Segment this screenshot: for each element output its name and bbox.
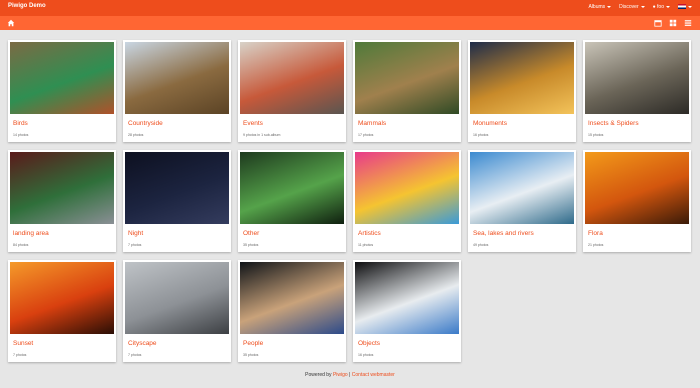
- piwigo-link[interactable]: Piwigo: [333, 372, 348, 378]
- album-card[interactable]: Birds 14 photos: [8, 40, 116, 142]
- album-photo-count: 16 photos: [473, 133, 489, 137]
- album-title[interactable]: Mammals: [358, 120, 386, 127]
- album-card[interactable]: Mammals 17 photos: [353, 40, 461, 142]
- flag-uk-icon: [678, 4, 686, 10]
- menu-albums-label: Albums: [588, 4, 606, 10]
- album-title[interactable]: Flora: [588, 230, 603, 237]
- album-photo-count: 15 photos: [588, 133, 604, 137]
- list-view-icon[interactable]: [684, 19, 692, 27]
- menu-discover[interactable]: Discover: [619, 4, 645, 10]
- view-tools: [654, 19, 692, 27]
- album-thumbnail[interactable]: [585, 152, 689, 224]
- album-title[interactable]: Artistics: [358, 230, 381, 237]
- album-title[interactable]: Other: [243, 230, 259, 237]
- album-title[interactable]: landing area: [13, 230, 49, 237]
- album-title[interactable]: Countryside: [128, 120, 163, 127]
- grid-view-icon[interactable]: [669, 19, 677, 27]
- album-thumbnail[interactable]: [125, 42, 229, 114]
- chevron-down-icon: [607, 5, 612, 8]
- album-photo-count: 35 photos: [243, 353, 259, 357]
- album-thumbnail[interactable]: [240, 262, 344, 334]
- site-brand[interactable]: Piwigo Demo: [8, 3, 46, 9]
- album-photo-count: 9 photos in 1 sub-album: [243, 133, 281, 137]
- album-card[interactable]: Flora 21 photos: [583, 150, 691, 252]
- album-title[interactable]: Objects: [358, 340, 380, 347]
- footer-prefix: Powered by: [305, 372, 332, 378]
- album-photo-count: 21 photos: [588, 243, 604, 247]
- album-thumbnail[interactable]: [470, 42, 574, 114]
- album-photo-count: 35 photos: [243, 243, 259, 247]
- album-thumbnail[interactable]: [585, 42, 689, 114]
- nav-menu: Albums Discover ● foo: [588, 4, 692, 10]
- contact-webmaster-link[interactable]: Contact webmaster: [352, 372, 395, 378]
- menu-user[interactable]: ● foo: [653, 4, 670, 10]
- album-title[interactable]: Cityscape: [128, 340, 157, 347]
- page-footer: Powered by Piwigo | Contact webmaster: [0, 372, 700, 378]
- album-card[interactable]: People 35 photos: [238, 260, 346, 362]
- menu-discover-label: Discover: [619, 4, 639, 10]
- chevron-down-icon: [666, 5, 670, 8]
- menu-albums[interactable]: Albums: [588, 4, 612, 10]
- toolbar: [0, 16, 700, 30]
- home-icon[interactable]: [7, 19, 15, 27]
- album-title[interactable]: Birds: [13, 120, 28, 127]
- album-card[interactable]: Objects 16 photos: [353, 260, 461, 362]
- album-thumbnail[interactable]: [10, 262, 114, 334]
- album-title[interactable]: People: [243, 340, 263, 347]
- album-card[interactable]: Sea, lakes and rivers 49 photos: [468, 150, 576, 252]
- album-card[interactable]: Insects & Spiders 15 photos: [583, 40, 691, 142]
- album-title[interactable]: Events: [243, 120, 263, 127]
- album-card[interactable]: Sunset 7 photos: [8, 260, 116, 362]
- user-icon: ●: [652, 4, 656, 10]
- album-photo-count: 11 photos: [358, 243, 374, 247]
- album-card[interactable]: Cityscape 7 photos: [123, 260, 231, 362]
- album-photo-count: 14 photos: [13, 133, 29, 137]
- album-photo-count: 16 photos: [358, 353, 374, 357]
- album-photo-count: 7 photos: [13, 353, 27, 357]
- album-thumbnail[interactable]: [355, 42, 459, 114]
- album-photo-count: 28 photos: [128, 133, 144, 137]
- album-card[interactable]: Artistics 11 photos: [353, 150, 461, 252]
- album-thumbnail[interactable]: [355, 152, 459, 224]
- album-title[interactable]: Sunset: [13, 340, 33, 347]
- album-photo-count: 7 photos: [128, 353, 142, 357]
- calendar-icon[interactable]: [654, 19, 662, 27]
- album-thumbnail[interactable]: [10, 152, 114, 224]
- album-photo-count: 7 photos: [128, 243, 142, 247]
- album-card[interactable]: Other 35 photos: [238, 150, 346, 252]
- album-photo-count: 84 photos: [13, 243, 29, 247]
- album-card[interactable]: Night 7 photos: [123, 150, 231, 252]
- album-card[interactable]: landing area 84 photos: [8, 150, 116, 252]
- album-thumbnail[interactable]: [470, 152, 574, 224]
- chevron-down-icon: [640, 5, 645, 8]
- album-photo-count: 17 photos: [358, 133, 374, 137]
- album-title[interactable]: Sea, lakes and rivers: [473, 230, 534, 237]
- album-photo-count: 49 photos: [473, 243, 489, 247]
- album-title[interactable]: Insects & Spiders: [588, 120, 639, 127]
- album-thumbnail[interactable]: [125, 152, 229, 224]
- menu-user-label: foo: [657, 4, 664, 10]
- album-thumbnail[interactable]: [10, 42, 114, 114]
- album-card[interactable]: Countryside 28 photos: [123, 40, 231, 142]
- album-grid: Birds 14 photos Countryside 28 photos Events…: [8, 40, 692, 366]
- top-navbar: Piwigo Demo Albums Discover ● foo: [0, 0, 700, 16]
- album-card[interactable]: Monuments 16 photos: [468, 40, 576, 142]
- album-thumbnail[interactable]: [355, 262, 459, 334]
- language-selector[interactable]: [678, 4, 692, 10]
- album-thumbnail[interactable]: [240, 42, 344, 114]
- album-thumbnail[interactable]: [240, 152, 344, 224]
- album-card[interactable]: Events 9 photos in 1 sub-album: [238, 40, 346, 142]
- album-title[interactable]: Monuments: [473, 120, 507, 127]
- chevron-down-icon: [688, 5, 692, 8]
- album-title[interactable]: Night: [128, 230, 143, 237]
- album-thumbnail[interactable]: [125, 262, 229, 334]
- footer-separator: |: [349, 372, 351, 378]
